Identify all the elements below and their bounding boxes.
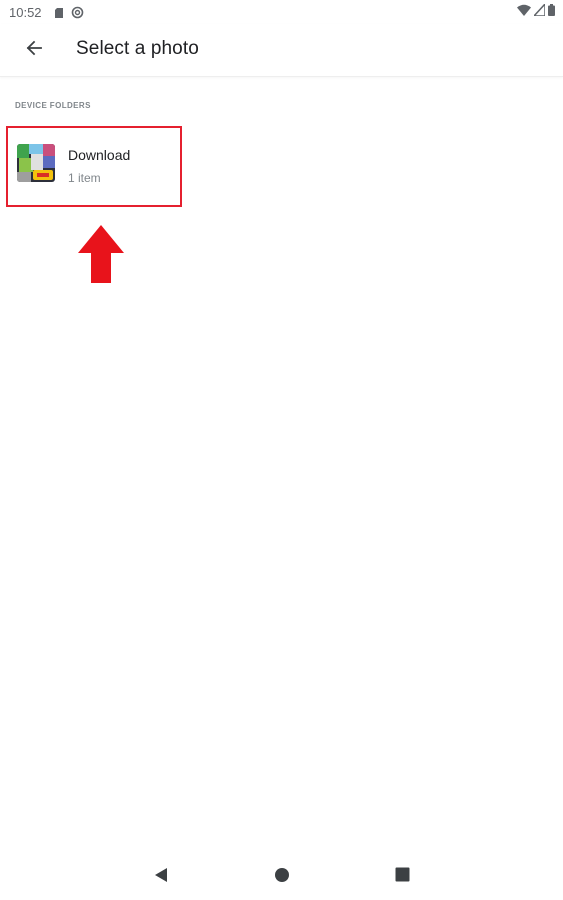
section-header-device-folders: DEVICE FOLDERS [15,101,91,110]
signal-icon [532,2,546,21]
status-right-icons [517,2,555,21]
home-circle-icon [274,867,290,888]
status-bar: 10:52 [0,0,563,24]
back-triangle-icon [154,867,168,888]
at-sign-icon [71,6,84,19]
recents-square-icon [395,867,410,887]
back-button[interactable] [20,36,48,64]
system-nav-bar [0,852,563,900]
folder-item-count: 1 item [68,171,101,185]
folder-item-download[interactable]: Download 1 item [6,126,182,207]
page-title: Select a photo [76,38,199,59]
arrow-left-icon [25,39,43,62]
sd-card-icon [53,6,65,18]
nav-back-button[interactable] [152,867,170,888]
nav-recents-button[interactable] [393,867,411,887]
folder-thumbnail-image [17,144,55,182]
battery-icon [548,3,555,21]
folder-name: Download [68,147,131,163]
wifi-icon [517,3,531,21]
up-arrow-icon [78,225,124,283]
app-bar: Select a photo [0,24,563,77]
nav-home-button[interactable] [273,867,291,888]
status-time: 10:52 [9,5,42,20]
